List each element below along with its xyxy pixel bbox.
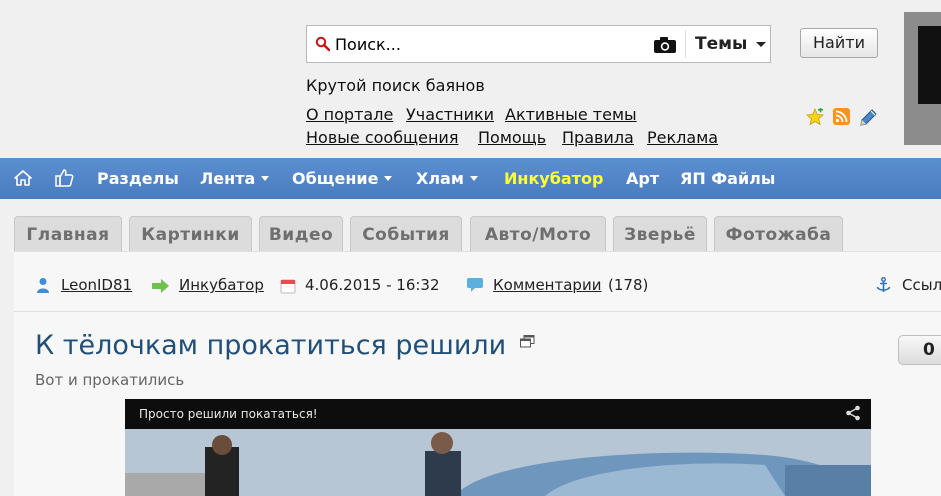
post-author-link[interactable]: LeonID81 bbox=[61, 276, 132, 294]
camera-icon[interactable] bbox=[653, 36, 677, 54]
tab-animals[interactable]: Зверьё bbox=[613, 216, 707, 252]
header-link-about[interactable]: О портале bbox=[306, 105, 393, 124]
chevron-down-icon bbox=[384, 176, 393, 181]
nav-item-label: Хлам bbox=[416, 169, 464, 188]
search-button[interactable]: Найти bbox=[800, 28, 878, 58]
anchor-icon bbox=[876, 277, 891, 292]
chevron-down-icon bbox=[469, 176, 478, 181]
comments-icon bbox=[467, 278, 483, 292]
rss-icon[interactable] bbox=[833, 108, 850, 125]
video-scene bbox=[125, 429, 871, 496]
chevron-down-icon bbox=[261, 176, 270, 181]
header-link-active-topics[interactable]: Активные темы bbox=[505, 105, 637, 124]
header-link-ads[interactable]: Реклама bbox=[647, 128, 718, 147]
post-comments-count: (178) bbox=[608, 276, 649, 294]
home-icon[interactable] bbox=[14, 169, 32, 187]
header-link-help[interactable]: Помощь bbox=[478, 128, 546, 147]
chevron-down-icon[interactable] bbox=[756, 42, 766, 47]
search-box: Темы bbox=[306, 25, 771, 63]
tab-photoshop[interactable]: Фотожаба bbox=[714, 216, 843, 252]
nav-item-feed[interactable]: Лента bbox=[200, 169, 270, 188]
ad-banner[interactable] bbox=[904, 12, 941, 145]
page: Темы Найти Крутой поиск баянов О портале… bbox=[0, 0, 941, 496]
search-input[interactable] bbox=[335, 32, 635, 56]
search-icon bbox=[315, 36, 331, 52]
video-title-bar: Просто решили покататься! bbox=[125, 399, 871, 429]
header-link-rules[interactable]: Правила bbox=[562, 128, 634, 147]
tab-main[interactable]: Главная bbox=[14, 216, 122, 252]
nav-item-label: Лента bbox=[200, 169, 256, 188]
video-player[interactable]: Просто решили покататься! bbox=[125, 399, 871, 496]
nav-item-community[interactable]: Общение bbox=[292, 169, 393, 188]
tab-auto-moto[interactable]: Авто/Мото bbox=[470, 216, 606, 252]
header-link-members[interactable]: Участники bbox=[406, 105, 494, 124]
pencil-icon[interactable] bbox=[858, 106, 880, 128]
video-frame bbox=[125, 429, 871, 496]
nav-item-art[interactable]: Арт bbox=[626, 169, 659, 188]
open-window-icon[interactable] bbox=[520, 335, 535, 348]
post-subtitle: Вот и прокатились bbox=[35, 371, 185, 389]
share-icon[interactable] bbox=[845, 405, 861, 421]
arrow-right-icon bbox=[152, 279, 169, 293]
nav-item-junk[interactable]: Хлам bbox=[416, 169, 478, 188]
user-icon bbox=[37, 278, 49, 293]
calendar-icon bbox=[280, 279, 296, 294]
rating-counter[interactable]: 0 bbox=[898, 335, 941, 365]
tab-video[interactable]: Видео bbox=[259, 216, 343, 252]
header-link-new-messages[interactable]: Новые сообщения bbox=[306, 128, 458, 147]
post-title[interactable]: К тёлочкам прокатиться решили bbox=[35, 330, 506, 361]
tab-events[interactable]: События bbox=[350, 216, 462, 252]
tagline: Крутой поиск баянов bbox=[306, 76, 485, 95]
nav-item-incubator[interactable]: Инкубатор bbox=[504, 169, 603, 188]
divider bbox=[685, 30, 686, 58]
post-comments-link[interactable]: Комментарии bbox=[493, 276, 601, 294]
ad-image bbox=[918, 26, 941, 104]
post-permalink[interactable]: Ссыл bbox=[902, 276, 941, 294]
video-title[interactable]: Просто решили покататься! bbox=[139, 407, 318, 421]
nav-item-sections[interactable]: Разделы bbox=[97, 169, 179, 188]
post-section-link[interactable]: Инкубатор bbox=[179, 276, 264, 294]
nav-item-label: Общение bbox=[292, 169, 379, 188]
topics-select[interactable]: Темы bbox=[695, 34, 747, 54]
nav-item-files[interactable]: ЯП Файлы bbox=[680, 169, 775, 188]
thumbs-up-icon[interactable] bbox=[54, 168, 74, 188]
tab-pictures[interactable]: Картинки bbox=[129, 216, 252, 252]
post-date: 4.06.2015 - 16:32 bbox=[305, 276, 440, 294]
star-add-icon[interactable] bbox=[806, 108, 824, 126]
main-nav: Разделы Лента Общение Хлам Инкубатор Арт… bbox=[0, 158, 941, 199]
